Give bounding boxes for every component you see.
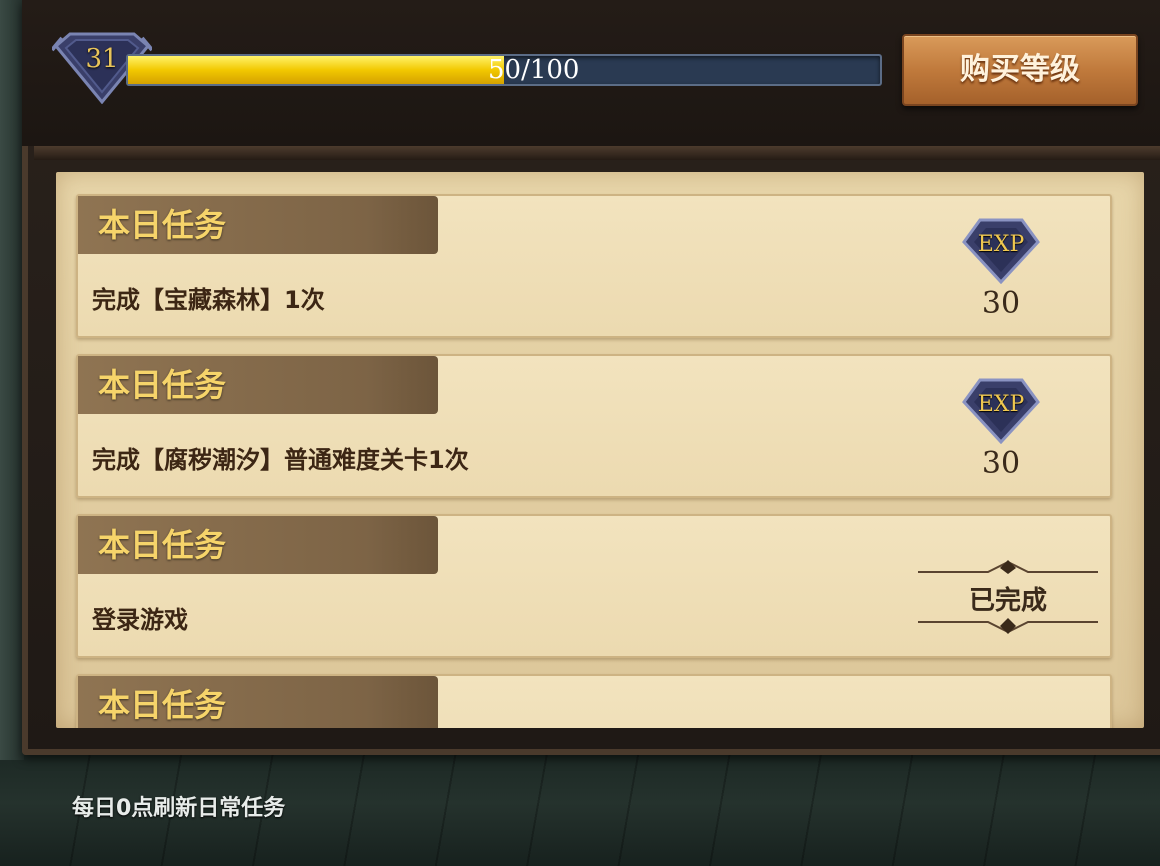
frame-rail: [34, 146, 1160, 160]
task-list: 本日任务 完成【宝藏森林】1次 EXP 30 本日任务 完成【腐秽潮汐】普通难度…: [56, 172, 1144, 728]
task-description: 完成【宝藏森林】1次: [92, 286, 325, 314]
task-card: 本日任务 完成【宝藏森林】1次 EXP 30: [76, 194, 1112, 338]
task-tag: 本日任务: [78, 516, 438, 574]
task-card: 本日任务 登录游戏 已完成: [76, 514, 1112, 658]
task-card: 本日任务 完成【腐秽潮汐】普通难度关卡1次 EXP 30: [76, 354, 1112, 498]
reward-amount: 30: [981, 446, 1021, 481]
xp-progress-text: 50/100: [488, 55, 580, 85]
exp-icon-label: EXP: [977, 392, 1025, 417]
xp-progress-fill: [128, 56, 504, 84]
task-tag: 本日任务: [78, 356, 438, 414]
exp-icon: EXP: [962, 216, 1040, 284]
left-edge-decoration: [0, 0, 24, 760]
task-description: 完成【腐秽潮汐】普通难度关卡1次: [92, 446, 469, 474]
completed-label: 已完成: [968, 586, 1047, 616]
buy-level-button[interactable]: 购买等级: [902, 34, 1138, 106]
task-card: 本日任务: [76, 674, 1112, 728]
exp-icon: EXP: [962, 376, 1040, 444]
exp-icon-label: EXP: [977, 232, 1025, 257]
task-tag: 本日任务: [78, 676, 438, 728]
task-tag: 本日任务: [78, 196, 438, 254]
xp-progress-bar: 50/100: [126, 54, 882, 86]
task-description: 登录游戏: [92, 606, 188, 634]
completed-status: 已完成: [908, 556, 1108, 636]
level-number: 31: [85, 44, 119, 74]
reward-amount: 30: [981, 286, 1021, 321]
refresh-notice: 每日0点刷新日常任务: [72, 796, 286, 821]
